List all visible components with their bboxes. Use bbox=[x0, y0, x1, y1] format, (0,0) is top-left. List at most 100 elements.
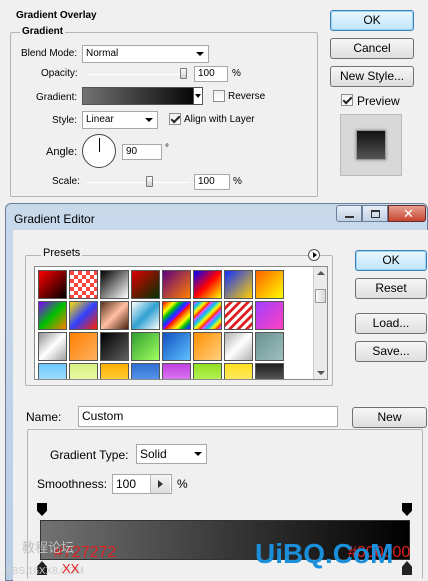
style-preview-swatch bbox=[356, 130, 386, 160]
preset-swatch[interactable] bbox=[224, 363, 253, 379]
preset-swatch[interactable] bbox=[38, 301, 67, 330]
minimize-button[interactable] bbox=[336, 205, 362, 222]
gradient-type-value: Solid bbox=[140, 447, 167, 461]
preset-swatch[interactable] bbox=[255, 301, 284, 330]
preset-swatch[interactable] bbox=[131, 363, 160, 379]
preset-swatch[interactable] bbox=[162, 332, 191, 361]
preset-swatch[interactable] bbox=[255, 270, 284, 299]
preset-swatch[interactable] bbox=[69, 332, 98, 361]
style-preview-box bbox=[340, 114, 402, 176]
gradient-group-title: Gradient bbox=[20, 26, 66, 37]
preset-swatch[interactable] bbox=[38, 270, 67, 299]
angle-dial-needle bbox=[99, 138, 100, 152]
preset-swatch[interactable] bbox=[162, 301, 191, 330]
presets-list[interactable] bbox=[34, 266, 328, 380]
gradient-editor-window: Gradient Editor ✕ Presets OK Reset Load.… bbox=[0, 203, 428, 581]
opacity-input[interactable]: 100 bbox=[194, 66, 228, 82]
preset-swatch[interactable] bbox=[193, 363, 222, 379]
cancel-button[interactable]: Cancel bbox=[330, 38, 414, 59]
close-button[interactable]: ✕ bbox=[388, 205, 426, 222]
reverse-label: Reverse bbox=[228, 91, 266, 102]
save-button[interactable]: Save... bbox=[355, 341, 427, 362]
scroll-down-icon[interactable] bbox=[317, 371, 325, 375]
preset-swatch[interactable] bbox=[100, 270, 129, 299]
presets-grid bbox=[36, 268, 312, 379]
preset-swatch[interactable] bbox=[193, 270, 222, 299]
preset-swatch[interactable] bbox=[255, 332, 284, 361]
preset-swatch[interactable] bbox=[69, 301, 98, 330]
blend-mode-value: Normal bbox=[86, 48, 119, 59]
scale-input[interactable]: 100 bbox=[194, 174, 230, 190]
ok-button[interactable]: OK bbox=[330, 10, 414, 31]
scale-slider-thumb[interactable] bbox=[146, 176, 154, 187]
reverse-checkbox[interactable] bbox=[213, 90, 225, 102]
preset-swatch[interactable] bbox=[100, 332, 129, 361]
new-button[interactable]: New bbox=[352, 407, 427, 428]
preset-swatch[interactable] bbox=[193, 301, 222, 330]
watermark-site-logo: UiBQ.CoM bbox=[255, 538, 394, 569]
presets-menu-button[interactable] bbox=[308, 249, 320, 261]
align-with-layer-checkbox[interactable] bbox=[169, 113, 181, 125]
preset-swatch[interactable] bbox=[69, 270, 98, 299]
gradient-type-label: Gradient Type: bbox=[50, 448, 129, 462]
watermark-xx: XX bbox=[62, 561, 80, 576]
maximize-icon bbox=[371, 210, 380, 218]
section-title: Gradient Overlay bbox=[16, 10, 97, 21]
chevron-down-icon bbox=[195, 94, 201, 98]
preset-swatch[interactable] bbox=[131, 332, 160, 361]
opacity-slider-thumb[interactable] bbox=[180, 68, 187, 79]
preset-swatch[interactable] bbox=[100, 363, 129, 379]
opacity-label: Opacity: bbox=[41, 68, 78, 79]
presets-label: Presets bbox=[41, 247, 83, 259]
load-button[interactable]: Load... bbox=[355, 313, 427, 334]
preset-swatch[interactable] bbox=[224, 301, 253, 330]
preset-swatch[interactable] bbox=[131, 301, 160, 330]
scale-slider[interactable] bbox=[86, 182, 190, 183]
window-title: Gradient Editor bbox=[14, 212, 95, 226]
scroll-up-icon[interactable] bbox=[317, 271, 325, 275]
gradient-picker-dropdown[interactable] bbox=[193, 87, 203, 105]
preset-swatch[interactable] bbox=[224, 332, 253, 361]
scale-unit: % bbox=[233, 176, 242, 187]
opacity-unit: % bbox=[232, 68, 241, 79]
preset-swatch[interactable] bbox=[131, 270, 160, 299]
reset-button[interactable]: Reset bbox=[355, 278, 427, 299]
smoothness-stepper[interactable] bbox=[150, 475, 170, 493]
minimize-icon bbox=[345, 216, 354, 218]
name-input[interactable]: Custom bbox=[78, 406, 338, 427]
preset-swatch[interactable] bbox=[162, 363, 191, 379]
preset-swatch[interactable] bbox=[193, 332, 222, 361]
name-label: Name: bbox=[26, 410, 62, 424]
opacity-slider[interactable] bbox=[86, 74, 190, 75]
smoothness-unit: % bbox=[177, 477, 188, 491]
maximize-button[interactable] bbox=[362, 205, 388, 222]
new-style-button[interactable]: New Style... bbox=[330, 66, 414, 87]
preset-swatch[interactable] bbox=[38, 332, 67, 361]
editor-ok-button[interactable]: OK bbox=[355, 250, 427, 271]
preset-swatch[interactable] bbox=[224, 270, 253, 299]
angle-label: Angle: bbox=[46, 146, 78, 158]
chevron-down-icon bbox=[196, 52, 204, 56]
preset-swatch[interactable] bbox=[100, 301, 129, 330]
angle-dial[interactable] bbox=[82, 134, 116, 168]
gradient-preview-swatch[interactable] bbox=[82, 87, 202, 105]
scrollbar-thumb[interactable] bbox=[315, 289, 326, 303]
style-value: Linear bbox=[86, 114, 114, 125]
presets-scrollbar[interactable] bbox=[313, 267, 327, 379]
chevron-down-icon bbox=[145, 118, 153, 122]
gradient-type-select[interactable]: Solid bbox=[136, 444, 207, 464]
watermark-forum-text: 教程论坛 bbox=[22, 540, 75, 555]
preview-checkbox[interactable] bbox=[341, 94, 353, 106]
preset-swatch[interactable] bbox=[69, 363, 98, 379]
preset-swatch[interactable] bbox=[255, 363, 284, 379]
style-label: Style: bbox=[52, 115, 78, 126]
style-select[interactable]: Linear bbox=[82, 111, 158, 129]
preset-swatch[interactable] bbox=[162, 270, 191, 299]
blend-mode-label: Blend Mode: bbox=[21, 48, 78, 59]
align-with-layer-label: Align with Layer bbox=[184, 114, 255, 125]
preset-swatch[interactable] bbox=[38, 363, 67, 379]
scale-label: Scale: bbox=[52, 176, 80, 187]
close-icon: ✕ bbox=[403, 206, 414, 221]
blend-mode-select[interactable]: Normal bbox=[82, 45, 209, 63]
angle-input[interactable]: 90 bbox=[122, 144, 162, 160]
